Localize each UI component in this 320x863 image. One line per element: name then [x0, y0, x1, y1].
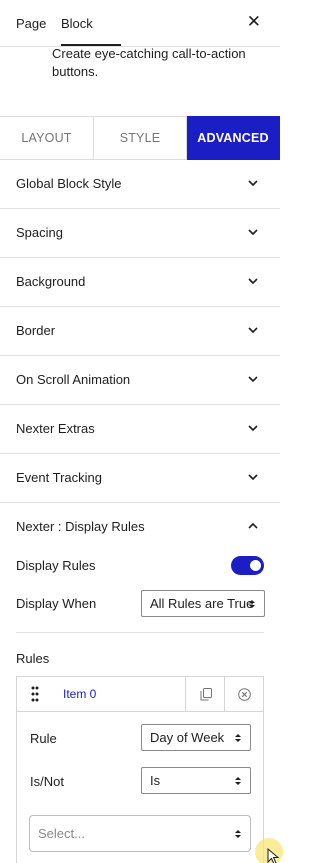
cursor-highlight [255, 838, 283, 863]
panel-border[interactable]: Border [0, 307, 280, 356]
panel-global-block-style[interactable]: Global Block Style [0, 160, 280, 209]
panel-display-rules[interactable]: Nexter : Display Rules [0, 503, 280, 552]
item-title: Item 0 [63, 687, 97, 701]
tab-advanced[interactable]: ADVANCED [187, 116, 280, 160]
panel-background[interactable]: Background [0, 258, 280, 307]
rule-select[interactable]: Day of Week [141, 724, 251, 751]
select-arrows-icon [234, 732, 242, 744]
chevron-up-icon [248, 521, 258, 531]
panel-nexter-extras[interactable]: Nexter Extras [0, 405, 280, 454]
rule-value: Day of Week [150, 730, 225, 745]
select-arrows-icon [234, 828, 242, 840]
duplicate-icon[interactable] [185, 677, 225, 712]
toggle-knob [250, 560, 261, 571]
chevron-down-icon [248, 276, 258, 286]
select-arrows-icon [234, 775, 242, 787]
display-when-label: Display When [16, 596, 97, 611]
rule-label: Rule [30, 731, 57, 746]
panel-title: Global Block Style [16, 176, 122, 191]
panel-on-scroll-animation[interactable]: On Scroll Animation [0, 356, 280, 405]
panel-title: On Scroll Animation [16, 372, 131, 387]
panel-spacing[interactable]: Spacing [0, 209, 280, 258]
panel-title: Nexter Extras [16, 421, 95, 436]
chevron-down-icon [248, 472, 258, 482]
divider [16, 632, 264, 633]
tab-layout[interactable]: LAYOUT [0, 116, 94, 160]
display-when-value: All Rules are True [150, 596, 254, 611]
tab-block[interactable]: Block [61, 16, 93, 31]
chevron-down-icon [248, 178, 258, 188]
style-tabs: LAYOUT STYLE ADVANCED [0, 116, 280, 160]
panel-title: Spacing [16, 225, 63, 240]
display-rules-label: Display Rules [16, 558, 96, 573]
chevron-down-icon [248, 374, 258, 384]
value-placeholder: Select... [38, 826, 85, 841]
panel-title: Nexter : Display Rules [16, 519, 145, 534]
repeater-item-header[interactable]: Item 0 [17, 677, 263, 712]
drag-handle-icon[interactable] [31, 686, 39, 705]
close-icon[interactable]: ✕ [247, 13, 261, 30]
display-when-select[interactable]: All Rules are True [141, 590, 265, 617]
isnot-select[interactable]: Is [141, 767, 251, 794]
remove-icon[interactable] [224, 677, 263, 712]
value-select[interactable]: Select... [29, 815, 251, 852]
isnot-label: Is/Not [30, 774, 64, 789]
sidebar-header: Page Block ✕ [0, 0, 280, 47]
isnot-value: Is [150, 773, 161, 788]
tab-page[interactable]: Page [16, 16, 46, 31]
panel-event-tracking[interactable]: Event Tracking [0, 454, 280, 503]
panel-title: Border [16, 323, 56, 338]
chevron-down-icon [248, 227, 258, 237]
tab-style[interactable]: STYLE [94, 116, 187, 160]
panel-title: Event Tracking [16, 470, 102, 485]
chevron-down-icon [248, 325, 258, 335]
panel-title: Background [16, 274, 86, 289]
select-arrows-icon [248, 598, 256, 610]
rules-label: Rules [16, 651, 50, 666]
block-description: Create eye-catching call-to-action butto… [52, 46, 246, 79]
display-rules-toggle[interactable] [231, 556, 264, 575]
chevron-down-icon [248, 423, 258, 433]
